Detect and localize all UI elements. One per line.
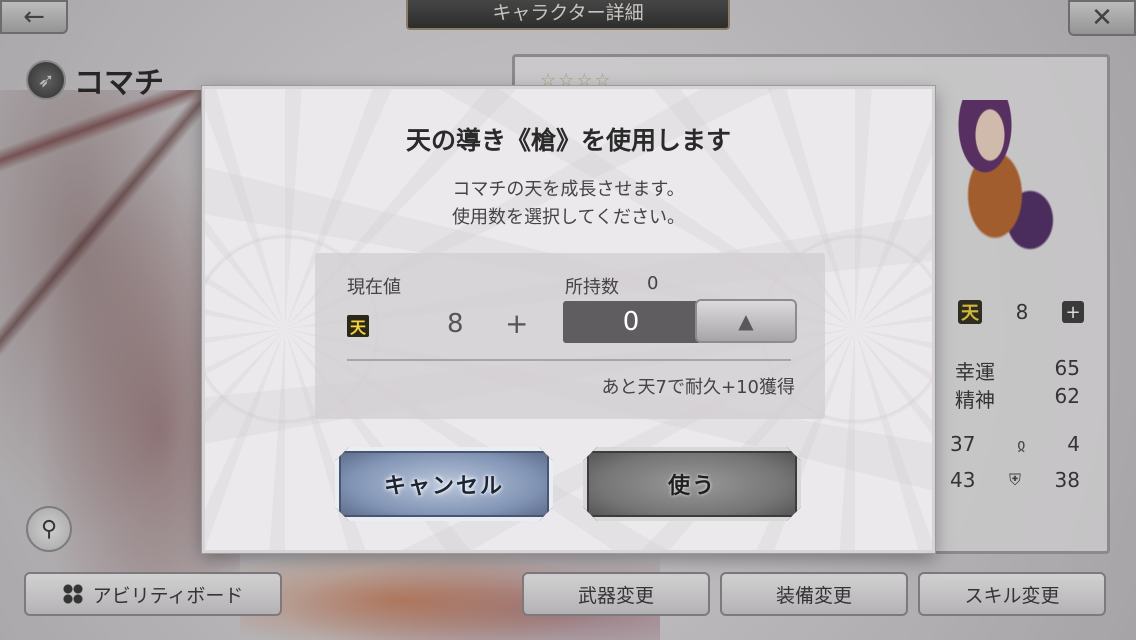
cancel-button[interactable]: キャンセル — [335, 447, 553, 521]
dialog-description-line1: コマチの天を成長させます。 — [452, 179, 685, 200]
cancel-button-label: キャンセル — [383, 473, 504, 499]
ten-icon: 天 — [347, 315, 369, 337]
next-bonus-hint: あと天7で耐久+10獲得 — [601, 377, 795, 398]
panel-divider — [347, 359, 791, 361]
use-button[interactable]: 使う — [583, 447, 801, 521]
current-value: 8 — [447, 309, 464, 339]
plus-sign: + — [505, 307, 529, 340]
current-value-label: 現在値 — [347, 277, 401, 298]
owned-count-value: 0 — [647, 273, 659, 294]
owned-count-label: 所持数 — [565, 277, 619, 298]
triangle-up-icon: ▲ — [738, 309, 754, 333]
quantity-value: 0 — [563, 301, 699, 343]
use-button-label: 使う — [667, 473, 716, 499]
dialog-title: 天の導き《槍》を使用します — [405, 126, 731, 155]
quantity-increase-button[interactable]: ▲ — [695, 299, 797, 343]
dialog-description-line2: 使用数を選択してください。 — [452, 207, 685, 228]
quantity-panel: 現在値 所持数 0 天 8 + 0 ▲ あと天7で耐久+10獲得 — [315, 253, 825, 419]
use-item-dialog: 天の導き《槍》を使用します コマチの天を成長させます。 使用数を選択してください… — [202, 86, 935, 553]
